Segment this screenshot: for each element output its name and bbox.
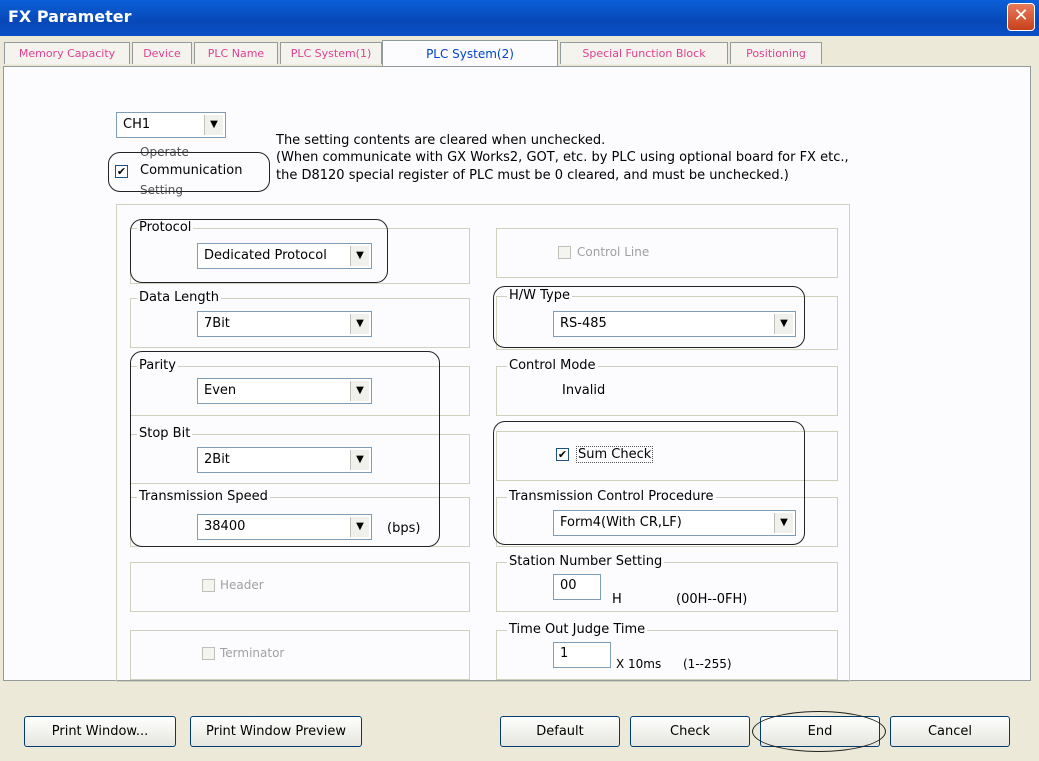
highlight-protocol [130,219,388,283]
station-number-input[interactable]: 00 [553,574,601,600]
timeout-input[interactable]: 1 [553,642,611,668]
note-line-2: (When communicate with GX Works2, GOT, e… [276,150,849,165]
data-length-select[interactable]: 7Bit ▼ [197,311,372,337]
tab-plc-name[interactable]: PLC Name [194,42,278,64]
close-icon: ✕ [1013,5,1029,26]
timeout-unit: X 10ms [616,657,662,671]
timeout-group: Time Out Judge Time [496,622,838,680]
tab-strip: Memory Capacity Device PLC Name PLC Syst… [4,40,1034,66]
highlight-hw-type [493,286,805,348]
print-preview-button[interactable]: Print Window Preview [190,716,362,747]
control-mode-label: Control Mode [507,358,598,373]
station-group: Station Number Setting [496,554,838,612]
default-button[interactable]: Default [500,716,620,747]
print-window-button[interactable]: Print Window... [24,716,176,747]
data-length-value: 7Bit [204,316,230,331]
station-label: Station Number Setting [507,554,665,569]
window-title: FX Parameter [8,7,132,26]
control-line-group [496,228,838,278]
chevron-down-icon: ▼ [204,115,223,135]
check-button[interactable]: Check [630,716,750,747]
tab-device[interactable]: Device [132,42,192,64]
tab-special-function-block[interactable]: Special Function Block [560,42,728,64]
tab-plc-system-1[interactable]: PLC System(1) [280,42,382,64]
note-line-1: The setting contents are cleared when un… [276,133,606,148]
highlight-parity-stop-speed [130,351,440,547]
tab-positioning[interactable]: Positioning [730,42,822,64]
control-mode-value: Invalid [562,383,606,398]
note-line-3: the D8120 special register of PLC must b… [276,168,789,183]
header-group [130,562,470,612]
tab-memory-capacity[interactable]: Memory Capacity [4,42,130,64]
station-unit: H [612,592,622,607]
close-button[interactable]: ✕ [1007,3,1035,31]
title-bar: FX Parameter ✕ [0,0,1039,36]
channel-select[interactable]: CH1 ▼ [116,112,226,138]
highlight-sum-check-procedure [493,421,805,545]
cancel-button[interactable]: Cancel [890,716,1010,747]
header-checkbox[interactable] [202,579,215,592]
chevron-down-icon: ▼ [350,314,369,334]
control-line-label: Control Line [577,245,650,259]
data-length-label: Data Length [137,290,222,305]
terminator-label: Terminator [220,646,285,660]
terminator-group [130,630,470,680]
control-mode-group: Control Mode [496,358,838,416]
control-line-checkbox[interactable] [558,246,571,259]
station-range: (00H--0FH) [676,592,748,607]
tab-plc-system-2[interactable]: PLC System(2) [382,40,558,66]
timeout-label: Time Out Judge Time [507,622,648,637]
channel-value: CH1 [123,117,151,132]
timeout-range: (1--255) [683,657,732,671]
header-label: Header [220,578,264,592]
highlight-end [752,711,886,752]
highlight-operate [108,152,270,192]
terminator-checkbox[interactable] [202,647,215,660]
